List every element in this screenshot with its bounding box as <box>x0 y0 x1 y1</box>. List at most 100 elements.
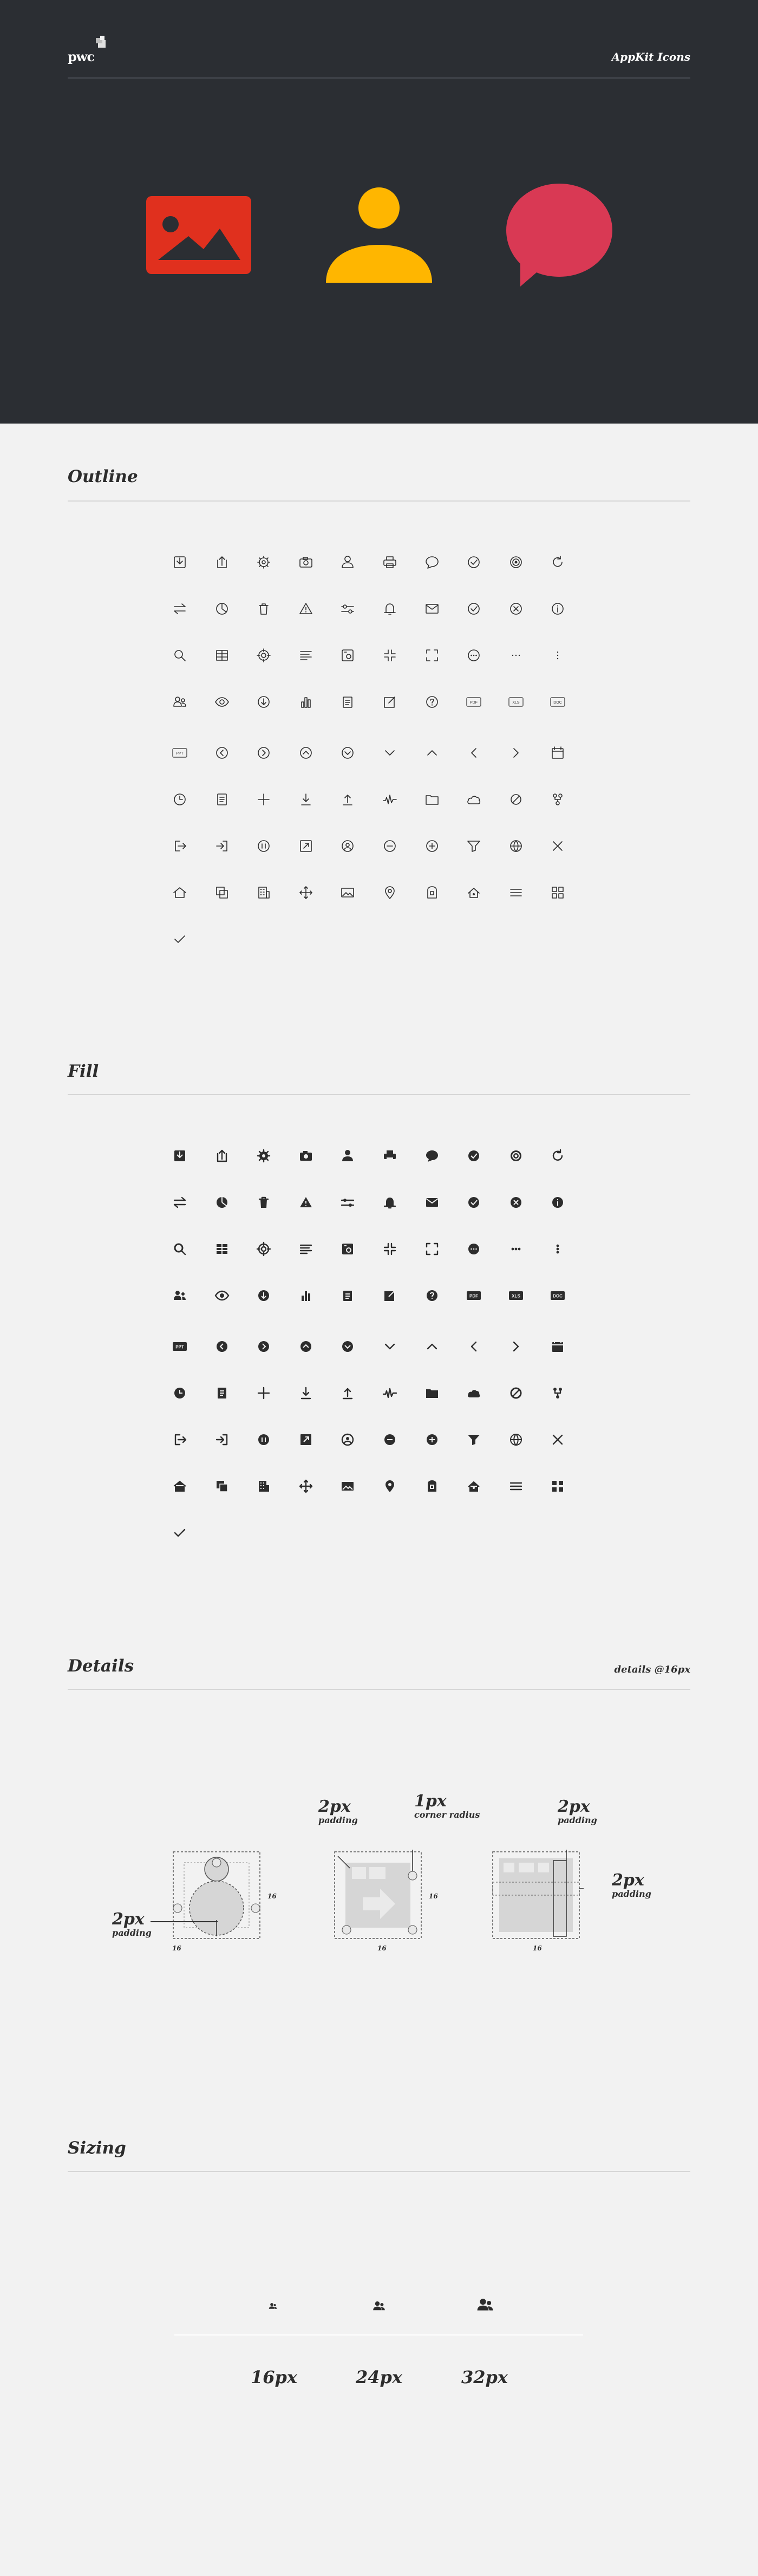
size-label-32: 32px <box>461 2367 508 2388</box>
trash-icon <box>253 598 275 620</box>
calendar-icon <box>547 742 568 764</box>
tree-icon <box>547 1382 568 1404</box>
home-icon <box>169 1475 191 1497</box>
table-icon <box>211 645 233 666</box>
location-icon <box>379 882 401 903</box>
transfer-icon <box>169 1192 191 1213</box>
sliders-icon <box>337 1192 358 1213</box>
grid-icon <box>547 1475 568 1497</box>
crosshair-icon <box>253 1238 275 1260</box>
info-icon <box>547 598 568 620</box>
blocked-icon <box>505 1382 527 1404</box>
pie-chart-icon <box>211 598 233 620</box>
circle-right-icon <box>253 1336 275 1357</box>
help-icon <box>421 691 443 713</box>
sizing-section-title: Sizing <box>68 2138 126 2158</box>
clock-icon <box>169 1382 191 1404</box>
details-section-title: Details <box>68 1656 134 1676</box>
view-icon <box>211 691 233 713</box>
clipboard-icon <box>337 1285 358 1306</box>
pause-icon <box>253 1429 275 1450</box>
pdf-icon: PDF <box>463 691 485 713</box>
svg-text:PDF: PDF <box>470 701 478 705</box>
move-icon <box>295 882 317 903</box>
detail-layout-width: 16 <box>533 1944 542 1952</box>
download-arrow-icon <box>295 789 317 810</box>
pie-chart-icon <box>211 1192 233 1213</box>
paragraph-icon <box>295 645 317 666</box>
svg-text:DOC: DOC <box>553 1294 563 1299</box>
svg-text:XLS: XLS <box>512 1294 520 1299</box>
bell-icon <box>379 598 401 620</box>
home-icon <box>169 882 191 903</box>
details-divider <box>68 1689 690 1690</box>
target-icon <box>505 551 527 573</box>
group-icon-16 <box>269 2303 277 2309</box>
refresh-icon <box>547 551 568 573</box>
more-circle-icon <box>463 645 485 666</box>
size-label-24: 24px <box>356 2367 402 2388</box>
chevron-down-icon <box>379 742 401 764</box>
xls-icon: XLS <box>505 1285 527 1306</box>
close-circle-icon <box>505 598 527 620</box>
plus-icon <box>253 1382 275 1404</box>
plus-circle-icon <box>421 1429 443 1450</box>
download-icon <box>169 1145 191 1167</box>
camera-icon <box>295 551 317 573</box>
move-icon <box>295 1475 317 1497</box>
clock-icon <box>169 789 191 810</box>
ppt-icon: PPT <box>169 742 191 764</box>
help-icon <box>421 1285 443 1306</box>
collapse-icon <box>379 645 401 666</box>
group-icon-32 <box>477 2299 493 2311</box>
login-icon <box>211 835 233 857</box>
chat-icon <box>506 184 612 287</box>
detail-padding-b: 2px padding <box>318 1797 358 1825</box>
chat-icon <box>421 551 443 573</box>
detail-person-leader <box>151 1921 218 1922</box>
detail-person-keyline <box>173 1851 260 1939</box>
filter-icon <box>463 835 485 857</box>
sizing-divider <box>68 2171 690 2172</box>
user-circle-icon <box>337 1429 358 1450</box>
copy-icon <box>211 1475 233 1497</box>
globe-icon <box>505 1429 527 1450</box>
home-smart-icon <box>463 1475 485 1497</box>
location-icon <box>379 1475 401 1497</box>
trash-icon <box>253 1192 275 1213</box>
detail-corner-radius: 1px corner radius <box>414 1792 480 1820</box>
check-circle-icon <box>463 551 485 573</box>
circle-down-icon <box>337 1336 358 1357</box>
plus-circle-icon <box>421 835 443 857</box>
transfer-icon <box>169 598 191 620</box>
person-icon <box>337 1145 358 1167</box>
more-circle-icon <box>463 1238 485 1260</box>
chat-icon <box>421 1145 443 1167</box>
logout-icon <box>169 1429 191 1450</box>
logo-wordmark: pwc <box>68 49 95 64</box>
minus-circle-icon <box>379 1429 401 1450</box>
pdf-icon: PDF <box>463 1285 485 1306</box>
detail-padding-c: 2px padding <box>558 1797 597 1825</box>
edit-icon <box>379 1285 401 1306</box>
circle-up-icon <box>295 742 317 764</box>
person-icon <box>337 551 358 573</box>
group-icon <box>169 1285 191 1306</box>
mail-icon <box>421 1192 443 1213</box>
close-circle-icon <box>505 1192 527 1213</box>
more-vertical-icon <box>547 1238 568 1260</box>
xls-icon: XLS <box>505 691 527 713</box>
page-title: AppKit Icons <box>611 50 690 63</box>
bar-chart-icon <box>295 1285 317 1306</box>
close-icon <box>547 835 568 857</box>
circle-left-icon <box>211 1336 233 1357</box>
filter-icon <box>463 1429 485 1450</box>
detail-layout-keyline <box>492 1850 584 1939</box>
upload-icon <box>211 1145 233 1167</box>
outline-section-title: Outline <box>68 467 138 486</box>
pwc-logo-mark <box>96 36 106 48</box>
mail-icon <box>421 598 443 620</box>
pulse-icon <box>379 1382 401 1404</box>
download-arrow-icon <box>295 1382 317 1404</box>
media-box-icon <box>337 645 358 666</box>
